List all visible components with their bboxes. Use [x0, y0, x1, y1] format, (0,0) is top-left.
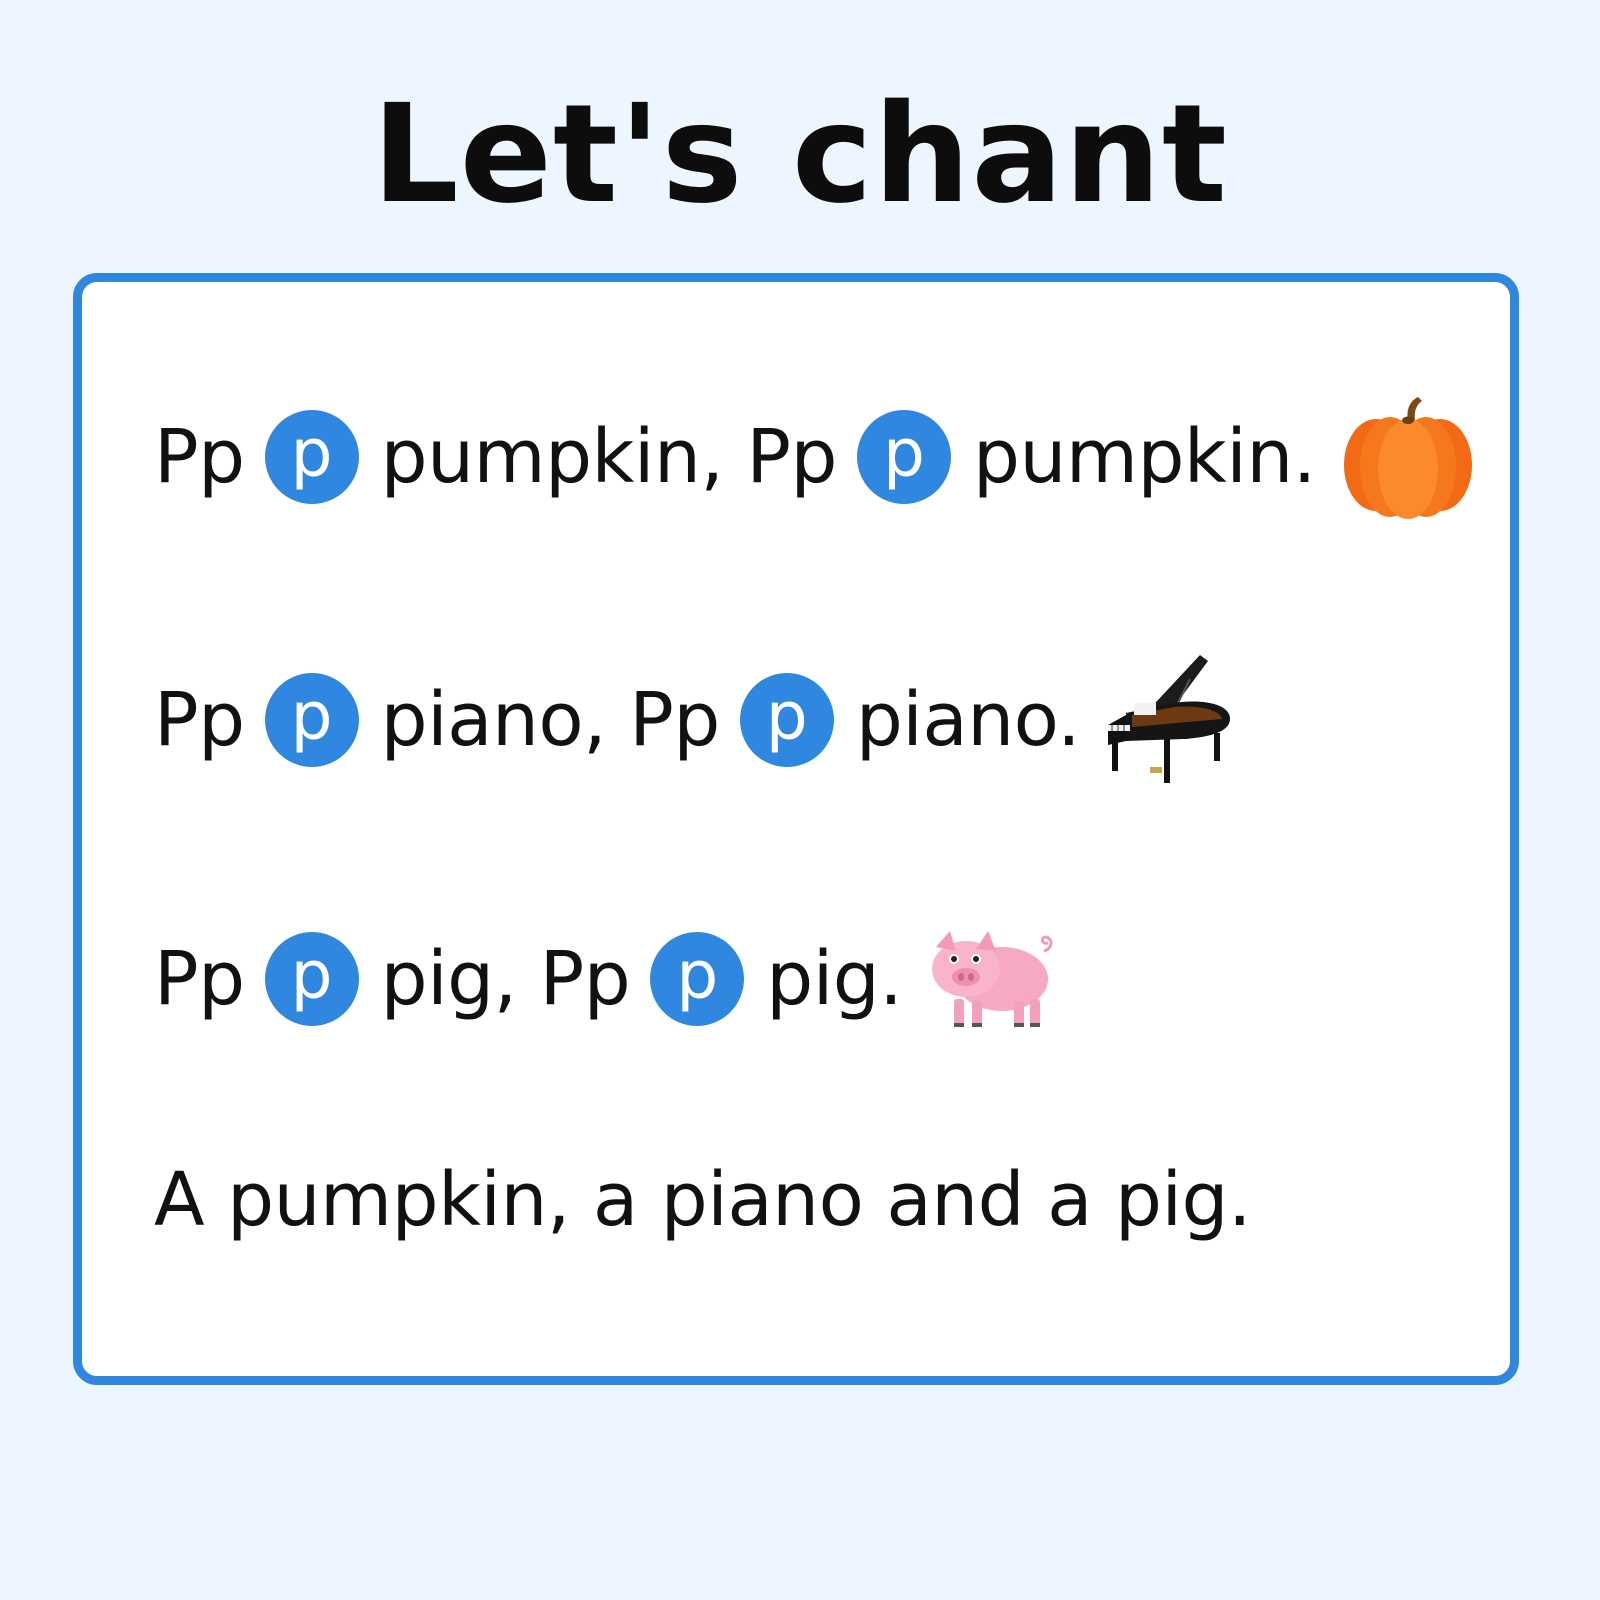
chant-card: Pp p pumpkin, Pp p pumpkin. Pp p piano, …	[73, 273, 1519, 1385]
chant-line-summary: A pumpkin, a piano and a pig.	[154, 1125, 1252, 1275]
chant-word: piano.	[855, 677, 1081, 763]
letter-pair: Pp	[154, 414, 245, 500]
chant-word: piano, Pp	[380, 677, 721, 763]
letter-p-badge[interactable]: p	[264, 932, 359, 1026]
letter-p-badge[interactable]: p	[264, 410, 359, 504]
pig-icon	[926, 925, 1058, 1033]
letter-pair: Pp	[154, 677, 245, 763]
letter-p-badge[interactable]: p	[650, 932, 745, 1026]
letter-p-badge[interactable]: p	[264, 673, 359, 767]
letter-pair: Pp	[154, 936, 245, 1022]
chant-summary-text: A pumpkin, a piano and a pig.	[154, 1157, 1252, 1243]
page-title: Let's chant	[372, 76, 1228, 234]
chant-word: pig.	[766, 936, 903, 1022]
chant-line-pig: Pp p pig, Pp p pig.	[154, 904, 1058, 1054]
chant-line-piano: Pp p piano, Pp p piano.	[154, 645, 1234, 795]
pumpkin-icon	[1340, 395, 1476, 519]
letter-p-badge[interactable]: p	[857, 410, 951, 504]
chant-word: pumpkin, Pp	[380, 414, 838, 500]
chant-line-pumpkin: Pp p pumpkin, Pp p pumpkin.	[154, 382, 1476, 532]
letter-p-badge[interactable]: p	[739, 673, 834, 767]
chant-word: pig, Pp	[380, 936, 631, 1022]
piano-icon	[1104, 653, 1234, 787]
chant-word: pumpkin.	[973, 414, 1316, 500]
